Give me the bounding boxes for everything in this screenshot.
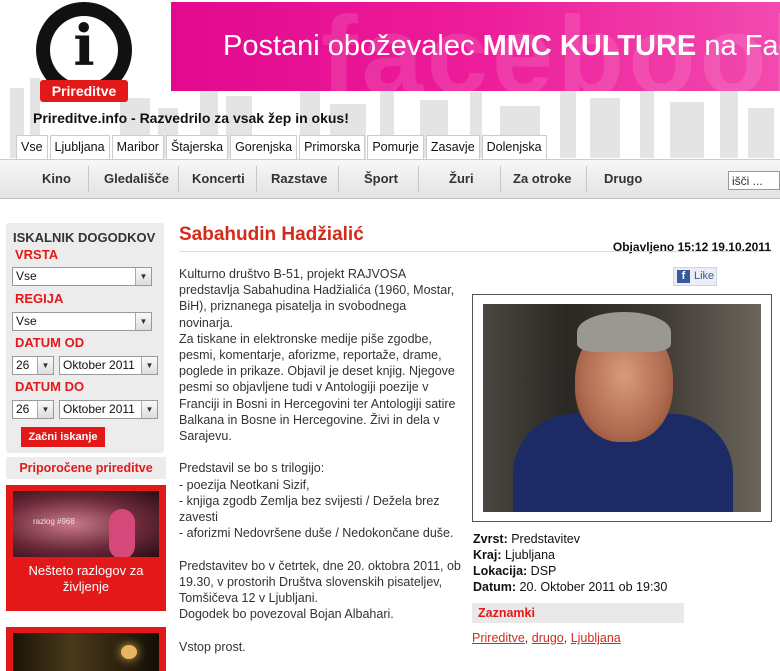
recommended-header: Priporočene prireditve	[6, 457, 166, 479]
date-from-day-select[interactable]: 26 ▼	[12, 356, 54, 375]
tag-link[interactable]: Ljubljana	[571, 631, 621, 645]
event-info: Zvrst: Predstavitev Kraj: Ljubljana Loka…	[473, 532, 668, 594]
facebook-icon: f	[677, 270, 690, 283]
nav-kino[interactable]: Kino	[42, 160, 71, 198]
article-paragraph: Kulturno društvo B-51, projekt RAJVOSA p…	[179, 267, 456, 444]
region-select[interactable]: Vse ▼	[12, 312, 152, 331]
date-to-day-select[interactable]: 26 ▼	[12, 400, 54, 419]
event-place: Ljubljana	[501, 548, 555, 562]
tag-link[interactable]: Prireditve	[472, 631, 525, 645]
finder-title: ISKALNIK DOGODKOV	[13, 230, 156, 245]
nav-razstave[interactable]: Razstave	[271, 160, 327, 198]
main-nav: Kino Gledališče Koncerti Razstave Šport …	[0, 159, 780, 199]
recommended-card[interactable]	[6, 627, 166, 671]
tab-stajerska[interactable]: Štajerska	[165, 135, 229, 159]
type-label: VRSTA	[15, 247, 59, 262]
image-overlay-text: razlog #968	[33, 517, 75, 526]
info-icon: i	[73, 13, 95, 79]
tab-gorenjska[interactable]: Gorenjska	[230, 135, 298, 159]
article-body: Kulturno društvo B-51, projekt RAJVOSA p…	[179, 266, 461, 671]
region-tabs: Vse Ljubljana Maribor Štajerska Gorenjsk…	[16, 135, 549, 159]
site-logo[interactable]: i Prireditve	[30, 2, 138, 106]
nav-koncerti[interactable]: Koncerti	[192, 160, 245, 198]
date-to-label: DATUM DO	[15, 379, 85, 394]
tag-link[interactable]: drugo	[532, 631, 564, 645]
recommended-image[interactable]	[13, 633, 159, 671]
article-title: Sabahudin Hadžialić	[179, 224, 364, 245]
event-finder: ISKALNIK DOGODKOV VRSTA Vse ▼ REGIJA Vse…	[6, 223, 164, 453]
nav-sport[interactable]: Šport	[364, 160, 398, 198]
recommended-caption[interactable]: Nešteto razlogov za življenje	[14, 563, 158, 595]
tag-list: Prireditve, drugo, Ljubljana	[472, 631, 621, 645]
facebook-banner[interactable]: facebook Postani oboževalec MMC KULTURE …	[171, 2, 780, 91]
date-from-month-select[interactable]: Oktober 2011 ▼	[59, 356, 158, 375]
type-select[interactable]: Vse ▼	[12, 267, 152, 286]
chevron-down-icon: ▼	[135, 313, 151, 330]
author-photo-frame	[472, 294, 772, 522]
search-input[interactable]	[728, 171, 780, 190]
facebook-like-button[interactable]: f Like	[673, 267, 717, 286]
recommended-image[interactable]: razlog #968	[13, 491, 159, 557]
banner-text: Postani oboževalec MMC KULTURE na Faceb	[223, 30, 780, 62]
region-label: REGIJA	[15, 291, 64, 306]
tags-header: Zaznamki	[472, 603, 684, 623]
tab-vse[interactable]: Vse	[16, 135, 48, 159]
nav-gledalisce[interactable]: Gledališče	[104, 160, 169, 198]
chevron-down-icon: ▼	[141, 357, 157, 374]
nav-zuri[interactable]: Žuri	[449, 160, 474, 198]
site-tagline: Prireditve.info - Razvedrilo za vsak žep…	[33, 110, 349, 126]
article-paragraph: Predstavitev bo v četrtek, dne 20. oktob…	[179, 558, 461, 622]
tab-dolenjska[interactable]: Dolenjska	[481, 135, 547, 159]
chevron-down-icon: ▼	[141, 401, 157, 418]
article-paragraph: Vstop prost.	[179, 639, 246, 654]
event-date: 20. Oktober 2011 ob 19:30	[516, 580, 668, 594]
nav-drugo[interactable]: Drugo	[604, 160, 642, 198]
start-search-button[interactable]: Začni iskanje	[21, 427, 105, 447]
date-from-label: DATUM OD	[15, 335, 85, 350]
logo-badge: Prireditve	[40, 80, 128, 102]
recommended-card[interactable]: razlog #968 Nešteto razlogov za življenj…	[6, 485, 166, 611]
tab-zasavje[interactable]: Zasavje	[425, 135, 480, 159]
chevron-down-icon: ▼	[37, 357, 53, 374]
chevron-down-icon: ▼	[135, 268, 151, 285]
tab-pomurje[interactable]: Pomurje	[367, 135, 424, 159]
article-paragraph: Predstavil se bo s trilogijo: - poezija …	[179, 461, 454, 541]
event-type: Predstavitev	[507, 532, 580, 546]
author-photo[interactable]	[483, 304, 761, 512]
chevron-down-icon: ▼	[37, 401, 53, 418]
tab-primorska[interactable]: Primorska	[299, 135, 366, 159]
tab-maribor[interactable]: Maribor	[111, 135, 164, 159]
tab-ljubljana[interactable]: Ljubljana	[49, 135, 110, 159]
event-location: DSP	[527, 564, 557, 578]
nav-za-otroke[interactable]: Za otroke	[513, 160, 572, 198]
date-to-month-select[interactable]: Oktober 2011 ▼	[59, 400, 158, 419]
divider	[179, 251, 773, 252]
